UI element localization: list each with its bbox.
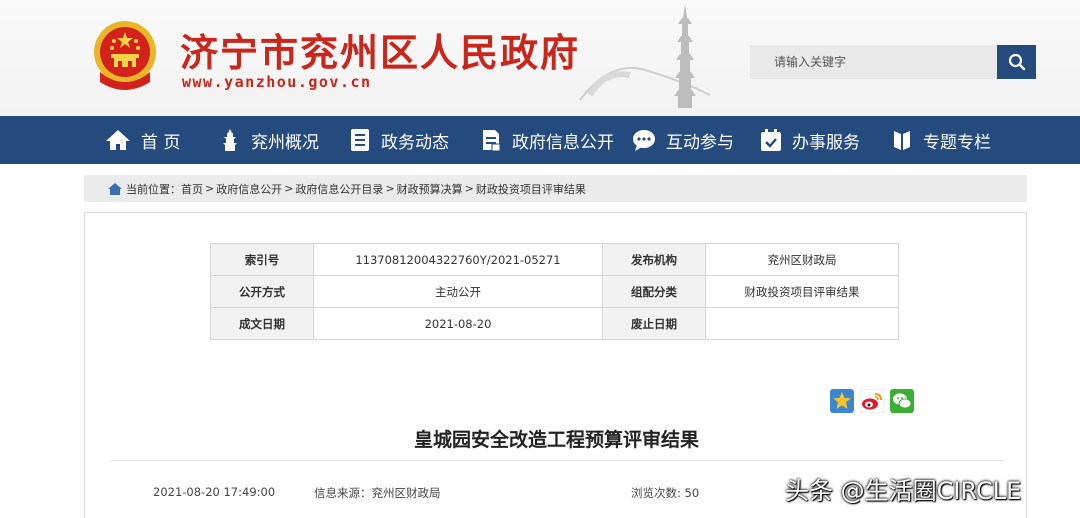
nav-item-overview[interactable]: 兖州概况 [219, 116, 319, 164]
wechat-icon [890, 389, 914, 413]
breadcrumb-separator: > [205, 182, 215, 195]
table-row: 公开方式 主动公开 组配分类 财政投资项目评审结果 [210, 275, 899, 308]
chat-icon [633, 130, 655, 151]
disclosure-method-label: 公开方式 [210, 275, 314, 308]
search-button[interactable] [997, 45, 1036, 79]
index-number-label: 索引号 [210, 243, 314, 276]
site-header: 济宁市兖州区人民政府 www.yanzhou.gov.cn [0, 0, 1080, 116]
nav-label: 专题专栏 [923, 132, 991, 153]
category-label: 组配分类 [602, 275, 706, 308]
breadcrumb-prefix: 当前位置： [126, 182, 181, 196]
publisher-label: 发布机构 [602, 243, 706, 276]
toutiao-watermark: 头条 @生活圈CIRCLE [785, 477, 1022, 505]
disclosure-method-value: 主动公开 [313, 275, 603, 308]
publish-datetime: 2021-08-20 17:49:00 [153, 485, 276, 499]
category-value: 财政投资项目评审结果 [705, 275, 899, 308]
nav-label: 互动参与 [666, 132, 734, 153]
breadcrumb-budget[interactable]: 财政预算决算 [397, 181, 463, 197]
breadcrumb: 当前位置： 首页 > 政府信息公开 > 政府信息公开目录 > 财政预算决算 > … [84, 175, 1027, 202]
breadcrumb-separator: > [284, 182, 294, 195]
pagoda-icon [223, 129, 237, 151]
nav-item-home[interactable]: 首 页 [105, 116, 180, 164]
share-weibo-button[interactable] [859, 388, 885, 414]
info-open-icon [483, 130, 501, 152]
expiry-date-value [705, 307, 899, 340]
table-row: 索引号 11370812004322760Y/2021-05271 发布机构 兖… [210, 243, 899, 276]
nav-item-interaction[interactable]: 互动参与 [632, 116, 734, 164]
pagoda-scenery-image [570, 0, 720, 112]
main-nav: 首 页 兖州概况 政务动态 政府信息公开 互动参与 办事服务 专题专栏 [0, 116, 1080, 164]
breadcrumb-home[interactable]: 首页 [181, 181, 203, 197]
divider [109, 460, 1004, 461]
search-icon [1008, 53, 1025, 71]
view-count: 浏览次数: 50 [631, 486, 700, 500]
expiry-date-label: 废止日期 [602, 307, 706, 340]
calendar-check-icon [761, 129, 781, 151]
nav-label: 政务动态 [381, 132, 449, 153]
metadata-table: 索引号 11370812004322760Y/2021-05271 发布机构 兖… [210, 243, 899, 340]
site-url: www.yanzhou.gov.cn [182, 73, 372, 91]
document-list-icon [351, 129, 369, 151]
home-icon [106, 130, 130, 150]
breadcrumb-separator: > [385, 182, 395, 195]
national-emblem-icon [92, 20, 158, 92]
breadcrumb-info-catalog[interactable]: 政府信息公开目录 [295, 181, 383, 197]
nav-item-gov-news[interactable]: 政务动态 [349, 116, 449, 164]
home-icon [108, 182, 122, 195]
share-wechat-button[interactable] [890, 389, 914, 413]
written-date-label: 成文日期 [210, 307, 314, 340]
index-number-value: 11370812004322760Y/2021-05271 [313, 243, 603, 276]
breadcrumb-info-open[interactable]: 政府信息公开 [216, 181, 282, 197]
search-input[interactable] [750, 45, 997, 79]
site-title: 济宁市兖州区人民政府 [180, 31, 581, 75]
info-source: 信息来源：兖州区财政局 [314, 486, 441, 500]
qzone-star-icon [830, 389, 854, 413]
nav-item-special[interactable]: 专题专栏 [891, 116, 991, 164]
weibo-icon [859, 388, 885, 414]
publisher-value: 兖州区财政局 [705, 243, 899, 276]
breadcrumb-separator: > [464, 182, 474, 195]
nav-label: 政府信息公开 [512, 132, 614, 153]
written-date-value: 2021-08-20 [313, 307, 603, 340]
nav-label: 办事服务 [792, 132, 860, 153]
book-icon [894, 131, 910, 150]
article-title: 皇城园安全改造工程预算评审结果 [413, 429, 699, 451]
share-qzone-button[interactable] [830, 389, 854, 413]
table-row: 成文日期 2021-08-20 废止日期 [210, 307, 899, 340]
nav-item-info-open[interactable]: 政府信息公开 [480, 116, 614, 164]
breadcrumb-current[interactable]: 财政投资项目评审结果 [476, 181, 586, 197]
nav-label: 兖州概况 [251, 132, 319, 153]
nav-item-services[interactable]: 办事服务 [760, 116, 860, 164]
nav-label: 首 页 [141, 132, 181, 153]
